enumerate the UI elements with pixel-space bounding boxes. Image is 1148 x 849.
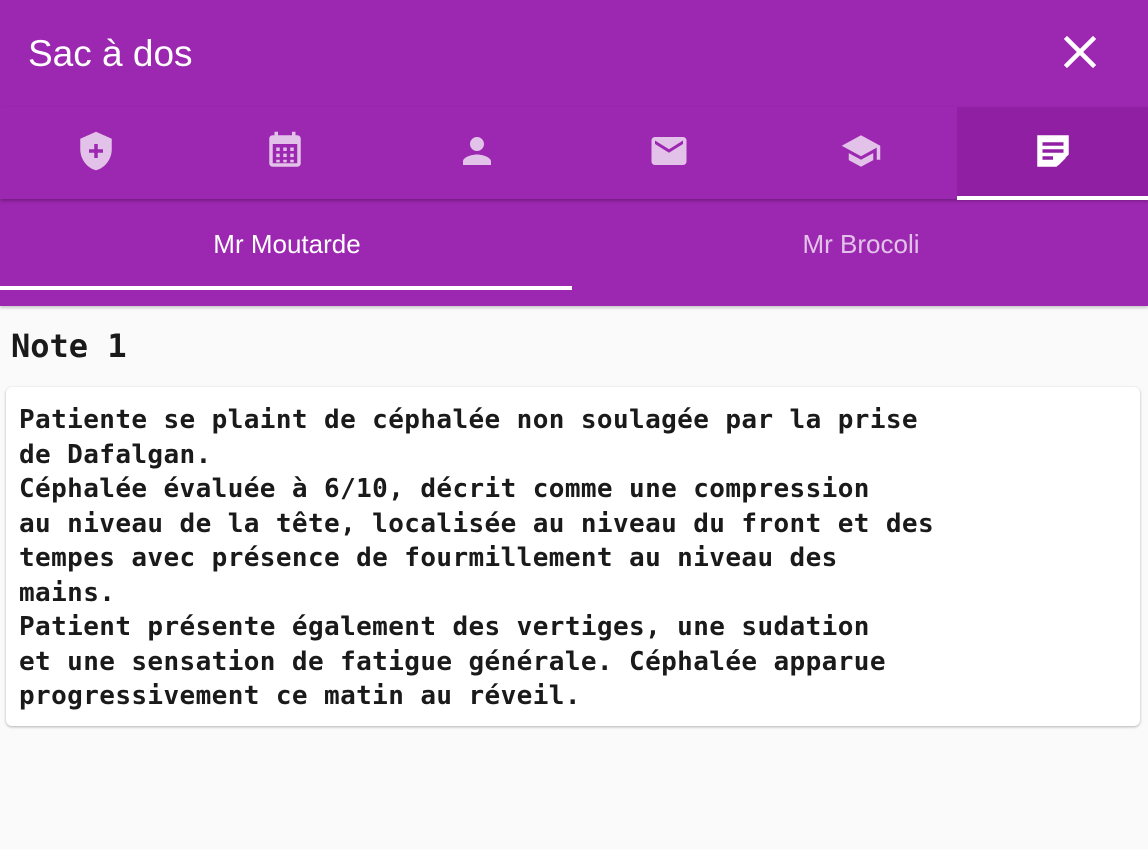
note-edit-icon xyxy=(1036,135,1069,167)
note-text-line: Céphalée évaluée à 6/10, décrit comme un… xyxy=(19,474,870,504)
close-icon xyxy=(1063,35,1097,69)
note-card: Patiente se plaint de céphalée non soula… xyxy=(6,387,1140,726)
shield-plus-icon xyxy=(79,131,112,171)
note-text-line: Patient présente également des vertiges,… xyxy=(19,612,870,642)
note-text-line: tempes avec présence de fourmillement au… xyxy=(19,543,838,573)
note-text-line: au niveau de la tête, localisée au nivea… xyxy=(19,508,935,539)
note-text-line: de Dafalgan. xyxy=(19,439,212,470)
school-icon xyxy=(841,135,880,167)
tab-label: Mr Moutarde xyxy=(213,229,361,259)
note-text-line: Patiente se plaint de céphalée non soula… xyxy=(19,405,918,435)
active-tab-indicator xyxy=(0,286,572,290)
note-text-line: et une sensation de fatigue générale. Cé… xyxy=(19,646,886,677)
note-title: Note 1 xyxy=(11,327,127,365)
note-text-line: progressivement ce matin au réveil. xyxy=(19,681,581,711)
tab-person[interactable] xyxy=(381,107,572,199)
tab-label: Mr Brocoli xyxy=(802,229,920,259)
tab-mail[interactable] xyxy=(573,107,764,199)
backpack-dialog: Sac à dos Mr Moutarde Mr Brocoli Note 1 … xyxy=(0,0,1148,849)
tab-patient-moutarde[interactable]: Mr Moutarde xyxy=(0,199,574,291)
mail-icon xyxy=(651,137,686,165)
tab-patient-brocoli[interactable]: Mr Brocoli xyxy=(574,199,1148,291)
tab-school[interactable] xyxy=(765,107,956,199)
header-bar: Sac à dos xyxy=(0,0,1148,107)
icon-tab-bar xyxy=(0,107,1148,200)
dialog-title: Sac à dos xyxy=(28,33,193,74)
tab-health[interactable] xyxy=(0,107,191,199)
tab-notes[interactable] xyxy=(957,107,1148,200)
patient-tab-bar: Mr Moutarde Mr Brocoli xyxy=(0,199,1148,306)
close-button[interactable] xyxy=(1055,30,1105,76)
person-icon xyxy=(462,137,491,165)
note-text-line: mains. xyxy=(19,577,116,608)
tab-calendar[interactable] xyxy=(189,107,380,199)
calendar-icon xyxy=(268,131,301,167)
active-tab-indicator xyxy=(957,196,1148,200)
